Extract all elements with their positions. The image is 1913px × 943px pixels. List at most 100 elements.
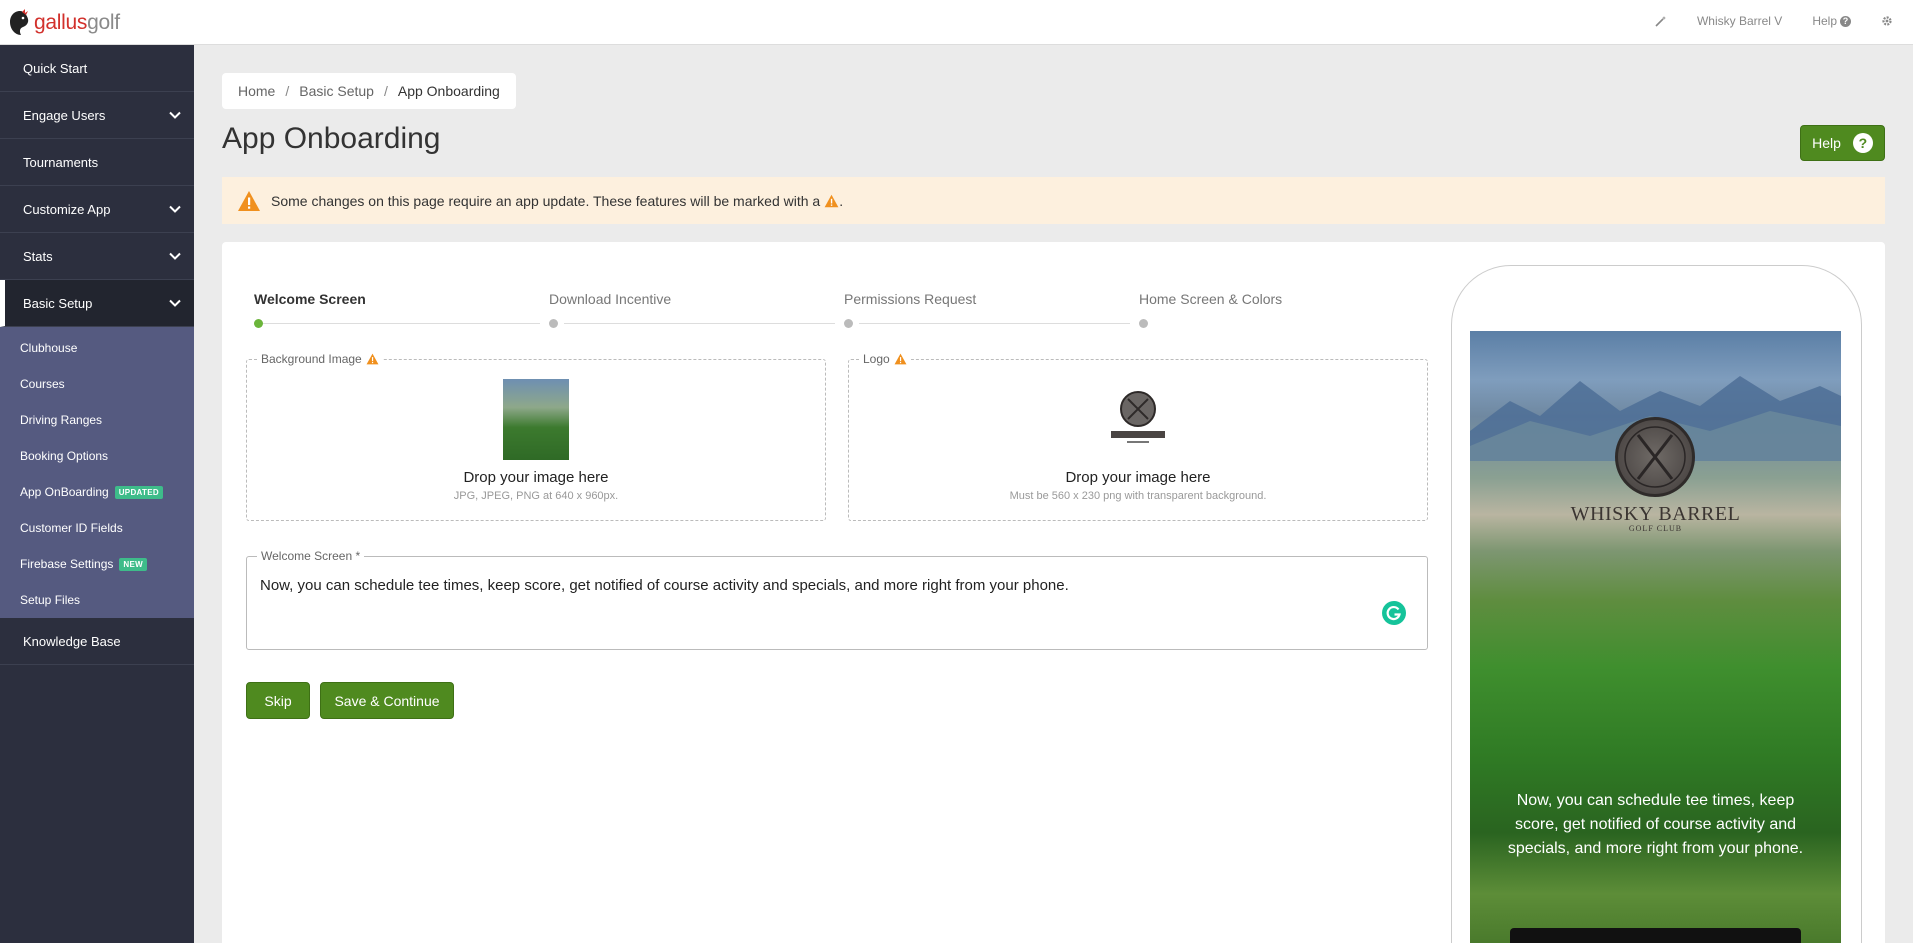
settings-button[interactable] [1881,15,1893,27]
gear-icon [1882,16,1892,26]
warning-icon [366,353,379,365]
sidebar-item-label: Stats [23,248,53,264]
skip-button[interactable]: Skip [246,682,310,719]
top-right-menu: Whisky Barrel V Help? [1625,14,1893,28]
breadcrumb-home[interactable]: Home [238,83,275,99]
whisky-barrel-emblem [1615,417,1695,497]
chevron-down-icon [169,111,181,119]
welcome-screen-label: Welcome Screen * [257,549,365,563]
submenu-item-label: Booking Options [20,449,109,463]
submenu-item-courses[interactable]: Courses [0,366,194,402]
preview-welcome-message: Now, you can schedule tee times, keep sc… [1507,792,1804,857]
submenu-item-app-onboarding[interactable]: App OnBoarding UPDATED [0,474,194,510]
sidebar-item-quick-start[interactable]: Quick Start [0,45,194,92]
sidebar-item-knowledge-base[interactable]: Knowledge Base [0,618,194,665]
emblem-title: WHISKY BARREL [1570,503,1741,525]
stepper-connector [859,323,1130,324]
background-image-label: Background Image [261,352,362,366]
breadcrumb-separator: / [285,83,290,99]
save-continue-button[interactable]: Save & Continue [320,682,454,719]
whisky-barrel-logo-thumbnail [1111,391,1165,443]
logo-dropzone[interactable]: Logo Drop your image here Must be 560 x … [848,352,1428,521]
phone-preview-screen: WHISKY BARREL GOLF CLUB Now, you can sch… [1470,331,1841,943]
magic-wand-button[interactable] [1655,15,1667,27]
step-welcome-screen[interactable]: Welcome Screen [254,291,366,307]
warning-icon [238,190,260,211]
step-dot-active [254,319,263,328]
step-dot [549,319,558,328]
submenu-item-customer-id-fields[interactable]: Customer ID Fields [0,510,194,546]
background-image-dropzone[interactable]: Background Image Drop your image here JP… [246,352,826,521]
app-update-alert: Some changes on this page require an app… [222,177,1885,224]
updated-badge: UPDATED [114,485,163,499]
step-dot [844,319,853,328]
warning-icon [824,194,839,207]
new-badge: NEW [119,557,147,571]
sidebar-item-label: Engage Users [23,107,106,123]
submenu-item-label: Setup Files [20,593,81,607]
step-dot [1139,319,1148,328]
help-menu[interactable]: Help? [1812,14,1851,28]
magic-wand-icon [1655,16,1666,27]
grammarly-icon[interactable] [1382,601,1406,625]
background-image-thumbnail [503,379,569,460]
brand-name: gallusgolf [34,11,120,34]
submenu-item-label: Customer ID Fields [20,521,123,535]
alert-text-end: . [839,192,844,209]
step-home-screen-colors[interactable]: Home Screen & Colors [1139,291,1282,307]
onboarding-card: Welcome Screen Download Incentive Permis… [222,242,1885,943]
submenu-item-label: App OnBoarding [20,485,109,499]
submenu-item-booking-options[interactable]: Booking Options [0,438,194,474]
preview-cta-button [1510,928,1801,943]
sidebar: Quick Start Engage Users Tournaments Cus… [0,45,194,943]
dropzone-title: Drop your image here [463,469,609,486]
breadcrumb-basic-setup[interactable]: Basic Setup [299,83,374,99]
welcome-screen-textarea[interactable]: Welcome Screen * Now, you can schedule t… [246,549,1428,650]
submenu-item-firebase-settings[interactable]: Firebase Settings NEW [0,546,194,582]
dropzone-hint: JPG, JPEG, PNG at 640 x 960px. [453,490,619,502]
submenu-item-label: Driving Ranges [20,413,103,427]
welcome-screen-value: Now, you can schedule tee times, keep sc… [260,577,1069,594]
submenu-item-driving-ranges[interactable]: Driving Ranges [0,402,194,438]
sidebar-item-tournaments[interactable]: Tournaments [0,139,194,186]
chevron-down-icon [169,252,181,260]
chevron-down-icon [169,205,181,213]
dropzone-hint: Must be 560 x 230 png with transparent b… [1009,490,1267,502]
sidebar-item-label: Customize App [23,201,111,217]
chevron-down-icon [169,299,181,307]
page-title: App Onboarding [222,122,441,155]
sidebar-item-customize-app[interactable]: Customize App [0,186,194,233]
step-download-incentive[interactable]: Download Incentive [549,291,671,307]
basic-setup-submenu: Clubhouse Courses Driving Ranges Booking… [0,327,194,618]
background-image-legend: Background Image [257,352,383,366]
alert-text: Some changes on this page require an app… [271,192,821,209]
grammarly-g-glyph [1386,605,1401,621]
submenu-item-setup-files[interactable]: Setup Files [0,582,194,618]
sidebar-item-stats[interactable]: Stats [0,233,194,280]
sidebar-item-label: Basic Setup [23,295,93,311]
warning-icon [894,353,907,365]
step-permissions-request[interactable]: Permissions Request [844,291,976,307]
submenu-item-label: Courses [20,377,65,391]
question-icon: ? [1840,15,1851,27]
sidebar-item-label: Tournaments [23,154,99,170]
sidebar-item-label: Knowledge Base [23,633,121,649]
breadcrumb-current: App Onboarding [397,83,500,99]
rooster-logo-icon [10,9,29,35]
stepper-connector [263,323,540,324]
sidebar-item-label: Quick Start [23,60,88,76]
logo-label: Logo [863,352,890,366]
help-button-label: Help [1812,135,1841,151]
crossed-clubs-icon [1624,426,1686,488]
breadcrumb: Home / Basic Setup / App Onboarding [222,73,516,109]
submenu-item-label: Firebase Settings [20,557,114,571]
question-circle-icon: ? [1852,133,1873,153]
course-selector[interactable]: Whisky Barrel V [1697,14,1782,28]
submenu-item-clubhouse[interactable]: Clubhouse [0,330,194,366]
gallus-golf-logo[interactable]: gallusgolf [8,9,120,37]
logo-legend: Logo [859,352,911,366]
sidebar-item-engage-users[interactable]: Engage Users [0,92,194,139]
sidebar-item-basic-setup[interactable]: Basic Setup [0,280,194,327]
help-button[interactable]: Help ? [1800,125,1885,161]
help-menu-label: Help [1812,14,1837,28]
